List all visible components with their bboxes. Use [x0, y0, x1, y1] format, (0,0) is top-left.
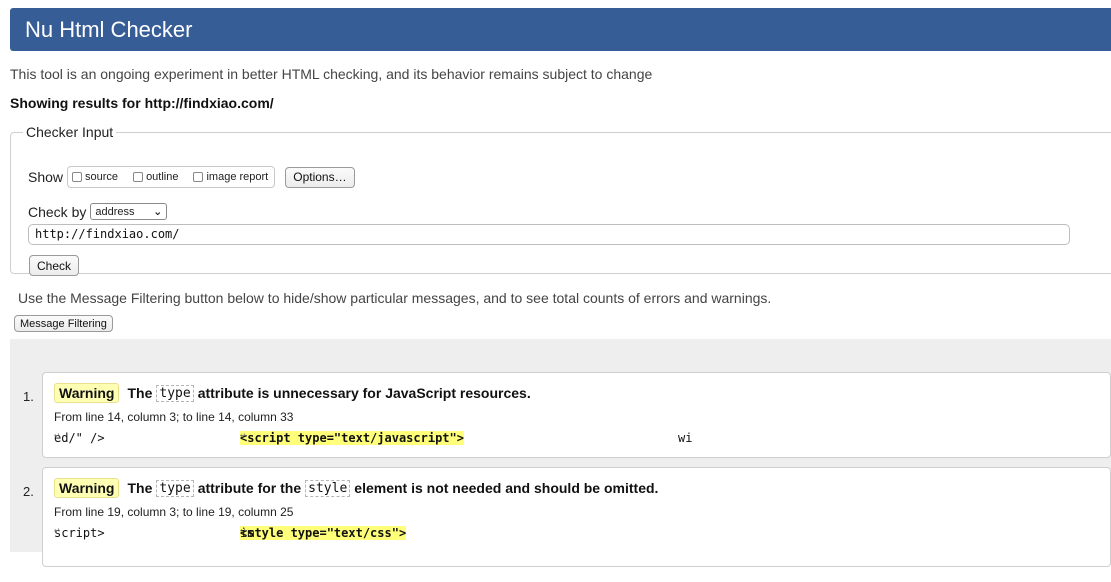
message-location-link[interactable]: From line 14, column 3; to line 14, colu…: [54, 410, 293, 424]
warning-badge: Warning: [54, 478, 120, 498]
url-input[interactable]: http://findxiao.com/: [28, 224, 1070, 245]
message-code-type: type: [156, 384, 194, 402]
message-number: 1.: [23, 389, 34, 404]
message-code-style: style: [305, 479, 351, 497]
message-item-2: 2. Warning The type attribute for the st…: [23, 467, 1111, 567]
check-by-row: Check by address ⌄: [28, 203, 168, 220]
source-option-label: source: [85, 171, 119, 183]
outline-option[interactable]: outline: [133, 171, 178, 183]
return-icon: ↩: [240, 431, 246, 441]
extract-highlight: <style type="text/css">: [240, 526, 407, 540]
checker-input-fieldset: Checker Input Show source outline image …: [10, 124, 1111, 276]
show-row: Show source outline image report Options…: [28, 166, 355, 188]
message-location-link[interactable]: From line 19, column 3; to line 19, colu…: [54, 505, 293, 519]
message-heading: Warning The type attribute is unnecessar…: [54, 383, 531, 403]
extract-before: ed/" />: [54, 431, 105, 445]
showing-results-heading: Showing results for http://findxiao.com/: [10, 95, 274, 111]
message-extract: script> ↩ <style type="text/css"> ↩ im: [54, 526, 1094, 544]
message-code-type: type: [156, 479, 194, 497]
message-item-1: 1. Warning The type attribute is unneces…: [23, 372, 1111, 458]
results-panel: 1. Warning The type attribute is unneces…: [10, 339, 1111, 567]
extract-highlight: <script type="text/javascript">: [240, 431, 464, 445]
extract-before: script>: [54, 526, 105, 540]
image-report-checkbox[interactable]: [193, 172, 204, 182]
check-by-select[interactable]: address ⌄: [90, 203, 168, 220]
intro-text: This tool is an ongoing experiment in be…: [10, 66, 653, 82]
message-filtering-button[interactable]: Message Filtering: [14, 315, 113, 332]
message-filtering-note: Use the Message Filtering button below t…: [18, 290, 772, 306]
check-by-value: address: [95, 205, 135, 218]
show-options-group: source outline image report: [67, 166, 276, 188]
image-report-option-label: image report: [206, 171, 269, 183]
page-title: Nu Html Checker: [25, 17, 193, 42]
message-text-after: element is not needed and should be omit…: [354, 480, 659, 496]
message-text-mid: attribute for the: [197, 480, 302, 496]
check-by-label: Check by: [28, 203, 87, 220]
extract-after: im: [240, 526, 255, 540]
check-button[interactable]: Check: [29, 255, 80, 276]
page-header: Nu Html Checker: [10, 8, 1111, 51]
return-icon: ↩: [54, 526, 60, 536]
message-text-before: The: [127, 480, 153, 496]
warning-badge: Warning: [54, 383, 120, 403]
outline-checkbox[interactable]: [133, 172, 144, 182]
return-icon: ↩: [54, 431, 60, 441]
source-checkbox[interactable]: [72, 172, 83, 182]
message-text-before: The: [127, 385, 153, 401]
message-heading: Warning The type attribute for the style…: [54, 478, 658, 498]
message-extract: ed/" /> ↩ <script type="text/javascript">…: [54, 431, 1094, 449]
show-label: Show: [28, 169, 64, 185]
outline-option-label: outline: [146, 171, 179, 183]
extract-after: wi: [678, 431, 693, 445]
options-button[interactable]: Options…: [285, 166, 355, 188]
source-option[interactable]: source: [72, 171, 118, 183]
checker-input-legend: Checker Input: [26, 124, 114, 140]
message-text-after: attribute is unnecessary for JavaScript …: [197, 385, 531, 401]
chevron-down-icon: ⌄: [153, 206, 163, 218]
message-number: 2.: [23, 484, 34, 499]
image-report-option[interactable]: image report: [193, 171, 268, 183]
